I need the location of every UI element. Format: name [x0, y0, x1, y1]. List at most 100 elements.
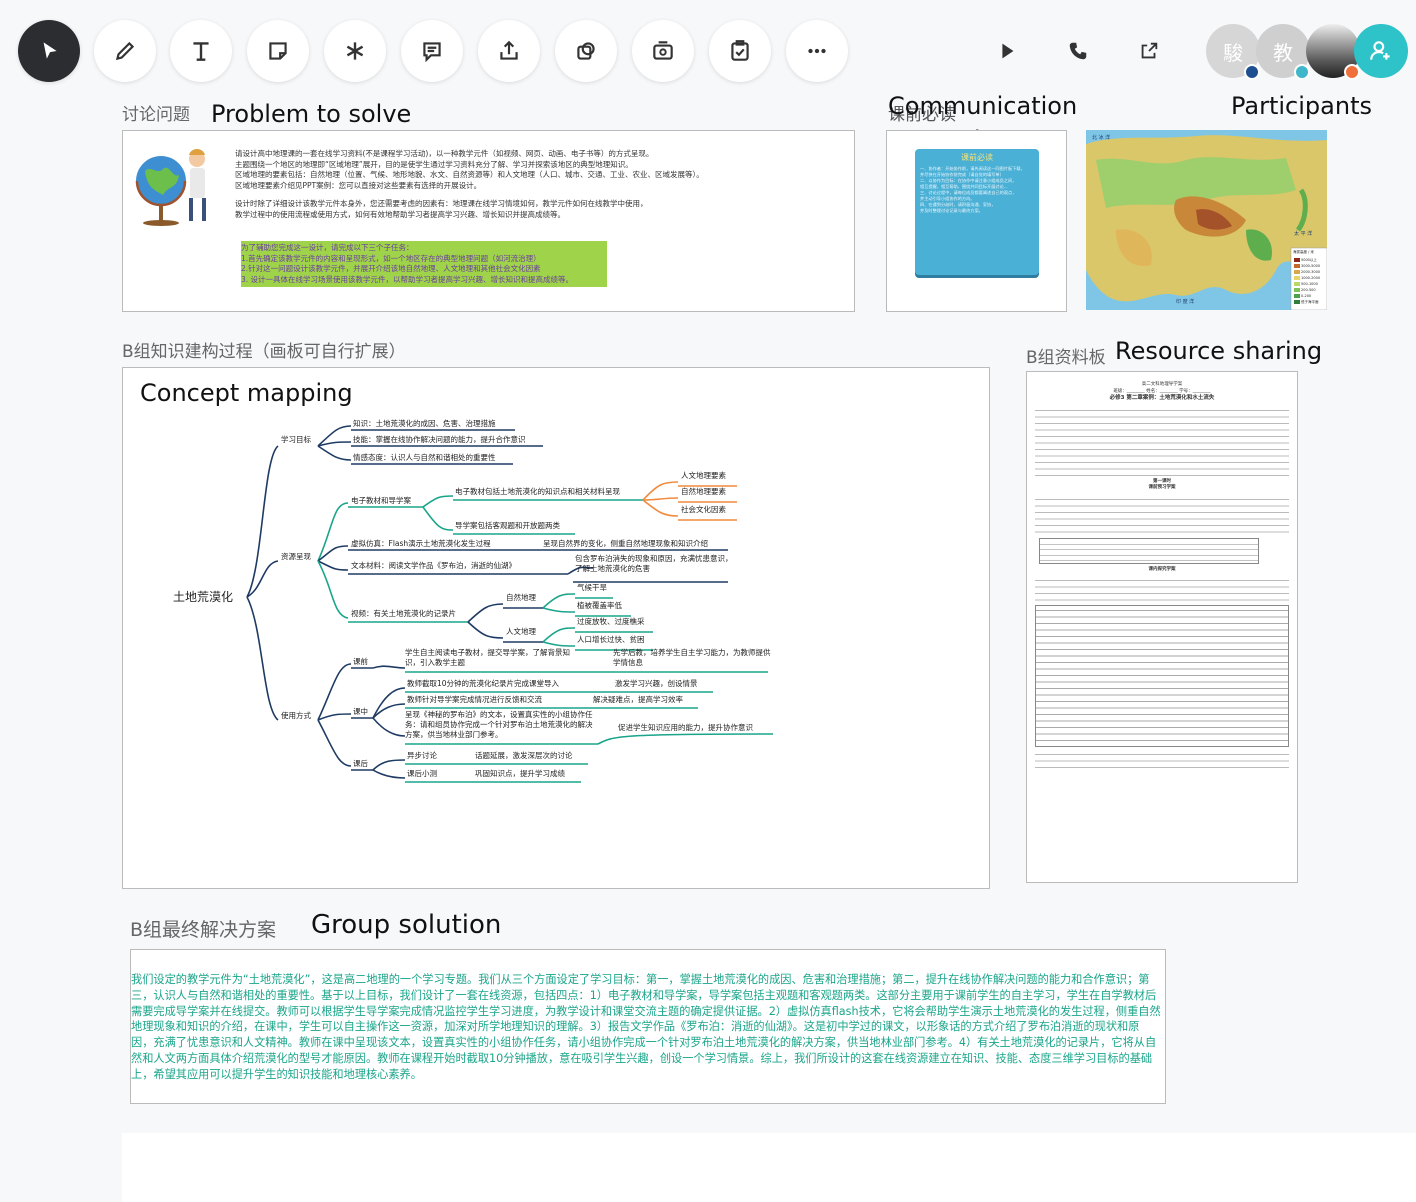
mindmap-node: 解决疑难点，提高学习效率 — [593, 694, 683, 704]
mindmap-branch: 资源呈现 — [281, 551, 311, 561]
present-button[interactable] — [992, 36, 1022, 66]
task-tool-button[interactable] — [709, 20, 771, 82]
communication-card[interactable]: 课前必读 一、协作者：开始协作前，请先阅读这一同图片板下载， 并尽快在开始协作前… — [886, 130, 1067, 312]
mindmap-branch: 使用方式 — [281, 710, 311, 720]
problem-panel[interactable]: 请设计高中地理课的一套在线学习资料(不是课程学习活动)，以一种教学元件（如视频、… — [122, 130, 855, 312]
more-tool-button[interactable] — [786, 20, 848, 82]
pencil-icon — [115, 41, 135, 61]
participants-label: Participants — [1231, 92, 1372, 120]
reading-note-body: 一、协作者：开始协作前，请先阅读这一同图片板下载， 并尽快在开始协作前完成（请自… — [915, 163, 1039, 217]
mindmap-node: 包含罗布泊消失的现象和原因，充满忧患意识，了解土地荒漠化的危害 — [575, 554, 733, 573]
mindmap-node: 学生自主阅读电子教材，提交导学案，了解背景知识，引入教学主题 — [405, 648, 570, 667]
solution-text[interactable]: 我们设定的教学元件为“土地荒漠化”，这是高二地理的一个学习专题。我们从三个方面设… — [131, 972, 1161, 1083]
problem-description: 请设计高中地理课的一套在线学习资料(不是课程学习活动)，以一种教学元件（如视频、… — [235, 149, 845, 220]
call-button[interactable] — [1063, 36, 1093, 66]
pen-tool-button[interactable] — [94, 20, 156, 82]
mindmap-node: 自然地理要素 — [681, 486, 726, 496]
mindmap-node: 呈现《神秘的罗布泊》的文本，设置真实性的小组协作任务：请和组员协作完成一个针对罗… — [405, 710, 593, 739]
legend-entry: 低于海平面 — [1301, 300, 1319, 304]
mindmap-node: 课后小测 — [407, 768, 437, 778]
map-label: 太 平 洋 — [1294, 231, 1313, 237]
mindmap-node: 人文地理要素 — [681, 470, 726, 480]
avatar[interactable]: 駿 — [1206, 24, 1260, 80]
solution-label-cn: B组最终解决方案 — [130, 919, 277, 941]
shape-tool-button[interactable] — [555, 20, 617, 82]
avatar[interactable]: 教 — [1256, 24, 1310, 80]
doc-text-block — [1035, 494, 1289, 535]
map-legend-title: 海拔高度 / 米 — [1293, 250, 1314, 254]
mindmap-node: 呈现自然界的变化，侧重自然地理现象和知识介绍 — [543, 538, 708, 548]
add-user-icon — [1370, 41, 1390, 60]
media-frame-icon — [653, 41, 673, 60]
resource-label-cn: B组资料板 — [1026, 348, 1106, 368]
mindmap-node: 情感态度：认识人与自然和谐相处的重要性 — [353, 452, 496, 462]
map-label: 北 冰 洋 — [1092, 135, 1111, 141]
problem-text-line: 区域地理要素介绍见PPT案例：您可以直接对这些要素有选择的开展设计。 — [235, 180, 482, 190]
map-graphic — [1086, 130, 1327, 310]
mindmap-node: 技能：掌握在线协作解决问题的能力，提升合作意识 — [353, 434, 526, 444]
mindmap-node-wrap: 包含罗布泊消失的现象和原因，充满忧患意识，了解土地荒漠化的危害 — [575, 554, 733, 573]
text-tool-button[interactable] — [170, 20, 232, 82]
resource-panel[interactable]: 高二文科地理导学案 班级：________ 姓名：________ 学号：___… — [1026, 371, 1298, 883]
resource-document: 高二文科地理导学案 班级：________ 姓名：________ 学号：___… — [1035, 382, 1289, 770]
sticky-note-icon — [269, 42, 287, 60]
mindmap-node: 自然地理 — [506, 592, 536, 602]
mindmap-node: 人文地理 — [506, 626, 536, 636]
status-dot — [1344, 64, 1360, 80]
add-user-button[interactable] — [1354, 24, 1408, 78]
avatar-photo[interactable] — [1306, 24, 1360, 80]
mind-map: 土地荒漠化 学习目标 知识：土地荒漠化的成因、危害、治理措施 技能：掌握在线协作… — [173, 418, 774, 783]
clipboard-check-icon — [731, 40, 749, 61]
subtask-intro: 为了辅助您完成这一设计，请完成以下三个子任务： — [241, 243, 414, 252]
sticky-note-tool-button[interactable] — [247, 20, 309, 82]
mindmap-node: 过度放牧、过度樵采 — [577, 616, 645, 626]
doc-text-block — [1035, 750, 1289, 770]
problem-text-line: 请设计高中地理课的一套在线学习资料(不是课程学习活动)，以一种教学元件（如视频、… — [235, 149, 654, 158]
status-dot — [1244, 64, 1260, 80]
problem-label-cn: 讨论问题 — [122, 105, 190, 125]
shapes-icon — [577, 42, 595, 60]
comm-label-en-1: Communication — [888, 92, 1078, 120]
mindmap-node-wrap: 学生自主阅读电子教材，提交导学案，了解背景知识，引入教学主题 — [405, 648, 570, 667]
resource-label-en: Resource sharing — [1115, 337, 1323, 365]
mindmap-node: 电子教材和导学案 — [351, 495, 411, 505]
mindmap-node: 课中 — [353, 706, 368, 716]
globe-teacher-illustration — [135, 149, 206, 226]
mindmap-node: 电子教材包括土地荒漠化的知识点和相关材料呈现 — [455, 486, 620, 496]
mindmap-node: 视频：有关土地荒漠化的记录片 — [351, 608, 456, 618]
mindmap-node: 教师截取10分钟的荒漠化纪录片完成课堂导入 — [407, 678, 560, 688]
mindmap-node: 激发学习兴趣，创设情景 — [615, 678, 698, 688]
mindmap-node-wrap: 呈现《神秘的罗布泊》的文本，设置真实性的小组协作任务：请和组员协作完成一个针对罗… — [405, 710, 593, 739]
note-line: 并及时整理讨论记录与最终方案。 — [920, 208, 983, 213]
media-tool-button[interactable] — [632, 20, 694, 82]
connector-tool-button[interactable] — [324, 20, 386, 82]
problem-text-line: 区域地理的要素包括：自然地理（位置、气候、地形地貌、水文、自然资源等）和人文地理… — [235, 170, 704, 179]
subtask-box: 为了辅助您完成这一设计，请完成以下三个子任务： 1.首先确定该教学元件的内容和呈… — [241, 241, 607, 287]
subtask-item: 3. 设计一具体在线学习场景使用该教学元件，以帮助学习者提高学习兴趣、增长知识和… — [241, 274, 574, 284]
concept-map-panel[interactable]: Concept mapping 土地荒漠化 学习目标 知识：土地荒漠化的成因、危… — [122, 367, 990, 889]
doc-table — [1035, 605, 1289, 747]
select-tool-button[interactable] — [18, 20, 80, 82]
reading-note-title: 课前必读 — [961, 153, 993, 162]
comment-icon — [423, 42, 441, 63]
doc-text-block — [1035, 405, 1289, 476]
concept-label-cn: B组知识建构过程（画板可自行扩展） — [122, 342, 406, 362]
reading-note: 课前必读 一、协作者：开始协作前，请先阅读这一同图片板下载， 并尽快在开始协作前… — [915, 149, 1039, 275]
cursor-icon — [43, 42, 57, 59]
mindmap-node: 人口增长过快、贫困 — [577, 634, 645, 644]
mindmap-node-wrap: 先学后教，培养学生自主学习能力，为教师提供学情信息 — [613, 648, 771, 667]
comment-tool-button[interactable] — [401, 20, 463, 82]
upload-tool-button[interactable] — [478, 20, 540, 82]
mindmap-node: 课前 — [353, 656, 368, 666]
asia-map-image[interactable]: 北 冰 洋 太 平 洋 印 度 洋 海拔高度 / 米 5000以上 3000-5… — [1086, 130, 1327, 310]
mindmap-node: 促进学生知识应用的能力，提升协作意识 — [618, 722, 753, 732]
text-icon — [193, 42, 209, 61]
solution-panel[interactable]: 我们设定的教学元件为“土地荒漠化”，这是高二地理的一个学习专题。我们从三个方面设… — [130, 949, 1166, 1104]
share-button[interactable] — [1134, 36, 1164, 66]
upload-icon — [500, 40, 518, 60]
canvas-blank-area[interactable] — [122, 1133, 1416, 1202]
problem-text-line: 主题围绕一个地区的地理即“区域地理”展开，目的是使学生通过学习资料充分了解、学习… — [235, 159, 633, 169]
subtask-item: 2.针对这一问题设计该教学元件，并展开介绍该地自然地理、人文地理和其他社会文化因… — [241, 264, 541, 273]
problem-text-line: 设计时除了详细设计该教学元件本身外，您还需要考虑的因素有：地理课在线学习情境如何… — [235, 199, 648, 208]
mindmap-node: 植被覆盖率低 — [577, 600, 622, 610]
